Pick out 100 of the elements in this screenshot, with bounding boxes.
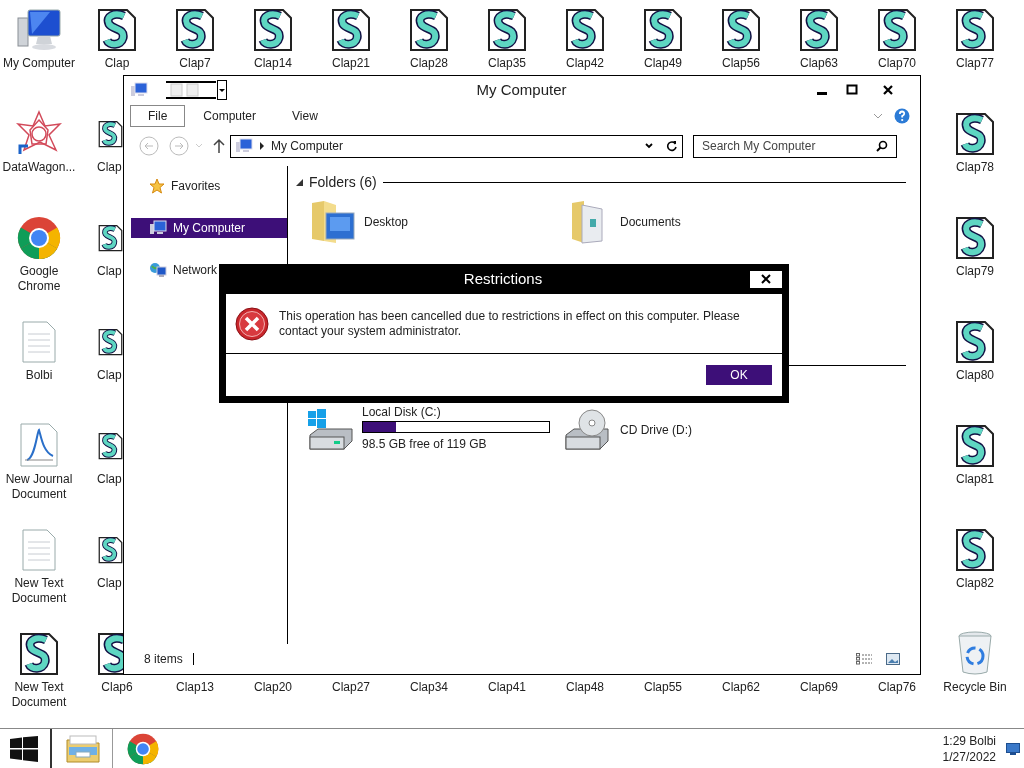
- desktop-icon-label[interactable]: Clap: [97, 472, 123, 487]
- drive-label[interactable]: CD Drive (D:): [620, 420, 692, 439]
- caret-right-icon: [259, 142, 265, 150]
- group-header[interactable]: Folders (6): [309, 172, 377, 193]
- chrome-icon: [17, 216, 61, 260]
- error-icon: [235, 306, 269, 341]
- desktop-icon-label[interactable]: Clap69: [800, 680, 838, 695]
- clock-time[interactable]: 1:29 Bolbi: [942, 732, 996, 749]
- nav-item[interactable]: Network: [131, 260, 287, 280]
- details-view-icon[interactable]: [856, 653, 872, 665]
- script-file-icon: [955, 8, 995, 52]
- desktop-icon-label[interactable]: Clap42: [566, 56, 604, 71]
- computer-icon: [16, 8, 62, 52]
- close-button[interactable]: [750, 270, 782, 288]
- desktop-icon-label[interactable]: Clap20: [254, 680, 292, 695]
- desktop-icon-label[interactable]: Clap78: [956, 160, 994, 175]
- refresh-icon[interactable]: [666, 140, 678, 152]
- desktop-icon-label[interactable]: Clap: [104, 56, 130, 71]
- folder-label[interactable]: Desktop: [364, 213, 409, 231]
- nav-item[interactable]: Favorites: [131, 176, 287, 196]
- address-bar[interactable]: My Computer: [230, 134, 683, 158]
- desktop-icon-label[interactable]: Clap14: [254, 56, 292, 71]
- script-file-icon: [643, 8, 683, 52]
- desktop-icon-label[interactable]: Clap80: [956, 368, 994, 383]
- folder-icon: [186, 83, 200, 97]
- properties-icon: [170, 83, 184, 97]
- search-field[interactable]: Search My Computer: [693, 134, 897, 158]
- script-file-icon: [253, 8, 293, 52]
- show-desktop-icon[interactable]: [1006, 742, 1020, 755]
- up-arrow-icon[interactable]: [212, 138, 226, 154]
- desktop-icon-label[interactable]: Clap: [97, 576, 123, 591]
- script-file-icon: [175, 8, 215, 52]
- text-document-icon: [21, 320, 57, 364]
- desktop-icon-label[interactable]: Clap76: [878, 680, 916, 695]
- desktop-icon-label[interactable]: Clap81: [956, 472, 994, 487]
- desktop-icon-label[interactable]: Clap34: [410, 680, 448, 695]
- close-icon[interactable]: [882, 84, 894, 96]
- folder-label[interactable]: Documents: [620, 213, 681, 231]
- status-text: 8 items: [144, 651, 183, 668]
- desktop-icon-label[interactable]: My Computer: [3, 56, 75, 71]
- desktop-icon-label[interactable]: Clap82: [956, 576, 994, 591]
- desktop-icon-label[interactable]: Bolbi: [25, 368, 53, 383]
- large-icons-view-icon[interactable]: [886, 653, 900, 665]
- script-file-icon: [877, 8, 917, 52]
- desktop-icon-label[interactable]: Clap41: [488, 680, 526, 695]
- script-file-icon: [97, 8, 137, 52]
- desktop-icon-label[interactable]: Clap7: [179, 56, 211, 71]
- desktop-icon-label[interactable]: Clap35: [488, 56, 526, 71]
- desktop-icon-label[interactable]: Clap48: [566, 680, 604, 695]
- chrome-icon[interactable]: [127, 732, 159, 765]
- ribbon-tab[interactable]: View: [274, 105, 336, 127]
- desktop-icon-label[interactable]: Clap49: [644, 56, 682, 71]
- clock-date[interactable]: 1/27/2022: [942, 748, 996, 765]
- desktop-icon-label[interactable]: Clap62: [722, 680, 760, 695]
- desktop-icon-label[interactable]: Clap28: [410, 56, 448, 71]
- text-document-icon: [21, 528, 57, 572]
- desktop-icon-label[interactable]: Clap13: [176, 680, 214, 695]
- script-file-icon: [955, 424, 995, 468]
- collapse-icon[interactable]: [296, 179, 303, 186]
- script-file-icon: [721, 8, 761, 52]
- desktop-icon-label[interactable]: Clap56: [722, 56, 760, 71]
- ribbon-tab[interactable]: File: [130, 105, 186, 127]
- recycle-bin-icon: [955, 630, 995, 676]
- desktop-icon-label[interactable]: Clap63: [800, 56, 838, 71]
- script-file-icon: [955, 320, 995, 364]
- desktop-icon-label[interactable]: DataWagon...: [2, 160, 76, 175]
- free-space-text: 98.5 GB free of 119 GB: [362, 436, 488, 453]
- desktop-icon-label[interactable]: Clap79: [956, 264, 994, 279]
- desktop-icon-label[interactable]: Clap: [97, 160, 123, 175]
- chevron-down-icon[interactable]: [644, 142, 654, 150]
- nav-item[interactable]: My Computer: [131, 218, 287, 238]
- desktop-icon-label[interactable]: Clap77: [956, 56, 994, 71]
- maximize-icon[interactable]: [846, 84, 858, 96]
- address-text: My Computer: [271, 138, 344, 155]
- dialog-title: Restrictions: [463, 270, 543, 287]
- windows-logo-icon[interactable]: [10, 735, 38, 762]
- desktop-icon-label[interactable]: New Text Document: [0, 576, 78, 606]
- quick-access-toolbar[interactable]: [166, 81, 216, 99]
- desktop-icon-label[interactable]: Clap70: [878, 56, 916, 71]
- script-file-icon: [19, 632, 59, 676]
- ribbon-tab[interactable]: Computer: [185, 105, 275, 127]
- desktop-icon-label[interactable]: Clap21: [332, 56, 370, 71]
- help-icon[interactable]: [894, 108, 910, 124]
- desktop-icon-label[interactable]: Clap: [97, 368, 123, 383]
- script-file-icon: [955, 112, 995, 156]
- script-file-icon: [799, 8, 839, 52]
- script-file-icon: [955, 528, 995, 572]
- desktop-icon-label[interactable]: Clap: [97, 264, 123, 279]
- ok-button[interactable]: OK: [706, 365, 772, 385]
- computer-icon: [235, 138, 253, 154]
- desktop-icon-label[interactable]: Google Chrome: [0, 264, 78, 294]
- desktop-icon-label[interactable]: Clap55: [644, 680, 682, 695]
- desktop-icon-label[interactable]: New Text Document: [0, 680, 78, 710]
- dropdown-icon[interactable]: [217, 80, 227, 100]
- star-shape-icon: [16, 110, 62, 156]
- drive-label[interactable]: Local Disk (C:): [362, 406, 550, 419]
- desktop-icon-label[interactable]: Clap27: [332, 680, 370, 695]
- desktop-icon-label[interactable]: New Journal Document: [0, 472, 78, 502]
- desktop-icon-label[interactable]: Clap6: [101, 680, 133, 695]
- desktop-icon-label[interactable]: Recycle Bin: [943, 680, 1007, 695]
